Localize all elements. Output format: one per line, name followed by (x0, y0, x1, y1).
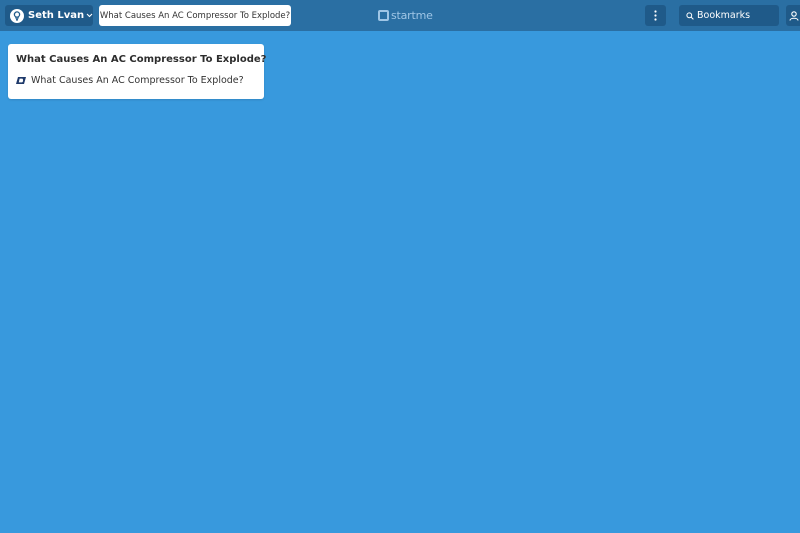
top-bar: Seth Lvan What Causes An AC Compressor T… (0, 0, 800, 31)
page-tab[interactable]: What Causes An AC Compressor To Explode? (99, 5, 291, 26)
widget-title[interactable]: What Causes An AC Compressor To Explode? (16, 54, 266, 65)
user-menu-button[interactable]: Seth Lvan (5, 5, 93, 26)
bookmark-link[interactable]: What Causes An AC Compressor To Explode? (16, 75, 256, 86)
kebab-menu-icon (654, 6, 657, 25)
chevron-down-icon (86, 13, 93, 18)
search-icon (686, 11, 694, 20)
startme-logo[interactable]: startme (378, 8, 433, 22)
logo-icon (378, 9, 389, 21)
favicon-icon (16, 77, 26, 84)
avatar-icon (10, 8, 24, 23)
user-name: Seth Lvan (28, 10, 85, 21)
search-input[interactable] (697, 10, 773, 21)
bookmark-widget: What Causes An AC Compressor To Explode?… (8, 44, 266, 99)
bookmark-label: What Causes An AC Compressor To Explode? (31, 75, 244, 86)
profile-button[interactable] (786, 5, 800, 26)
bookmark-search[interactable] (679, 5, 779, 26)
more-options-button[interactable] (645, 5, 666, 26)
logo-text: startme (391, 8, 433, 22)
user-icon (789, 10, 799, 21)
